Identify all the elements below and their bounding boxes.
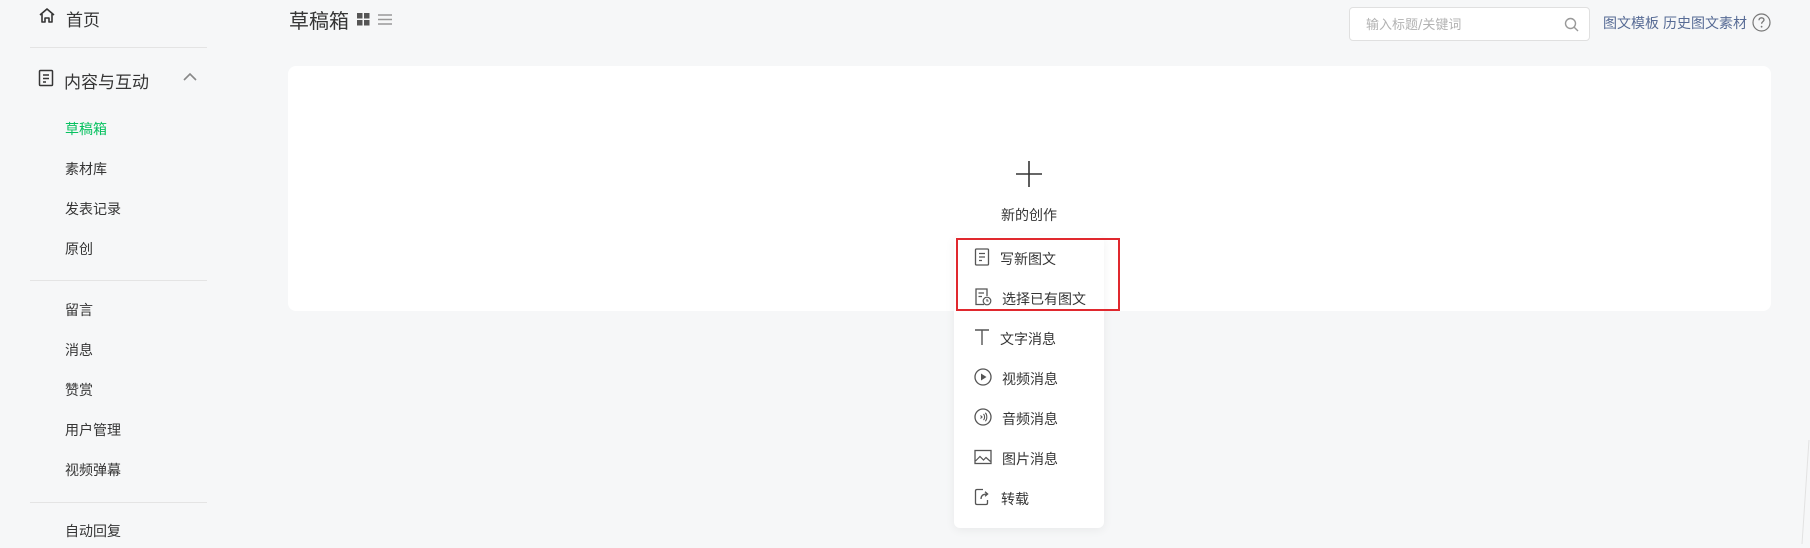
menu-item-audio-message[interactable]: 音频消息 bbox=[974, 406, 1058, 432]
sidebar-divider bbox=[30, 280, 207, 281]
chevron-up-icon[interactable] bbox=[182, 69, 198, 90]
page-title-row: 草稿箱 bbox=[289, 4, 392, 34]
sidebar-item-messages[interactable]: 消息 bbox=[65, 340, 93, 362]
menu-item-text-message[interactable]: 文字消息 bbox=[974, 326, 1056, 352]
text-icon bbox=[974, 328, 990, 350]
play-circle-icon bbox=[974, 368, 992, 390]
menu-item-label: 选择已有图文 bbox=[1002, 292, 1086, 308]
menu-item-label: 视频消息 bbox=[1002, 372, 1058, 388]
document-clock-icon bbox=[974, 288, 992, 310]
sidebar-group-content[interactable]: 内容与互动 bbox=[38, 67, 198, 93]
help-icon[interactable] bbox=[1752, 13, 1771, 36]
menu-item-choose-existing[interactable]: 选择已有图文 bbox=[974, 286, 1086, 312]
menu-item-label: 转载 bbox=[1001, 492, 1029, 508]
menu-item-label: 写新图文 bbox=[1000, 252, 1056, 268]
audio-icon bbox=[974, 408, 992, 430]
sidebar-item-auto-reply[interactable]: 自动回复 bbox=[65, 521, 121, 543]
home-icon bbox=[38, 7, 56, 30]
sidebar-group-label: 内容与互动 bbox=[64, 72, 149, 93]
sidebar-item-original[interactable]: 原创 bbox=[65, 239, 93, 261]
menu-item-label: 图片消息 bbox=[1002, 452, 1058, 468]
plus-icon[interactable] bbox=[1015, 160, 1043, 188]
image-icon bbox=[974, 449, 992, 469]
sidebar-divider bbox=[30, 47, 207, 48]
sidebar-item-comments[interactable]: 留言 bbox=[65, 300, 93, 322]
list-view-icon[interactable] bbox=[378, 7, 392, 31]
menu-item-new-article[interactable]: 写新图文 bbox=[974, 246, 1056, 272]
sidebar-item-user-management[interactable]: 用户管理 bbox=[65, 420, 121, 442]
menu-item-label: 音频消息 bbox=[1002, 412, 1058, 428]
grid-view-icon[interactable] bbox=[357, 7, 370, 31]
document-icon bbox=[38, 69, 54, 92]
menu-item-label: 文字消息 bbox=[1000, 332, 1056, 348]
sidebar-item-label: 首页 bbox=[66, 10, 100, 31]
menu-item-image-message[interactable]: 图片消息 bbox=[974, 446, 1058, 472]
document-icon bbox=[974, 248, 990, 270]
sidebar: 首页 内容与互动 草稿箱 素材库 发表记录 原创 留言 消息 赞赏 用户管理 视… bbox=[0, 0, 230, 544]
sidebar-item-rewards[interactable]: 赞赏 bbox=[65, 380, 93, 402]
search-box bbox=[1349, 7, 1590, 42]
menu-item-repost[interactable]: 转载 bbox=[974, 486, 1029, 512]
sidebar-item-home[interactable]: 首页 bbox=[38, 5, 100, 31]
new-creation-label[interactable]: 新的创作 bbox=[990, 205, 1068, 225]
sidebar-item-drafts[interactable]: 草稿箱 bbox=[65, 119, 107, 141]
search-input[interactable] bbox=[1364, 8, 1558, 42]
sidebar-divider bbox=[30, 502, 207, 503]
resize-handle-icon bbox=[1800, 439, 1810, 548]
share-icon bbox=[974, 488, 991, 510]
create-menu: 写新图文 选择已有图文 文字消息 视频消息 音频消息 图片消息 转载 bbox=[954, 236, 1104, 528]
sidebar-item-publish-records[interactable]: 发表记录 bbox=[65, 199, 121, 221]
search-icon[interactable] bbox=[1564, 17, 1579, 36]
template-link[interactable]: 图文模板 bbox=[1603, 13, 1659, 33]
menu-item-video-message[interactable]: 视频消息 bbox=[974, 366, 1058, 392]
page-title: 草稿箱 bbox=[289, 8, 349, 33]
sidebar-item-video-danmaku[interactable]: 视频弹幕 bbox=[65, 460, 121, 482]
sidebar-item-materials[interactable]: 素材库 bbox=[65, 159, 107, 181]
history-materials-link[interactable]: 历史图文素材 bbox=[1663, 13, 1747, 33]
